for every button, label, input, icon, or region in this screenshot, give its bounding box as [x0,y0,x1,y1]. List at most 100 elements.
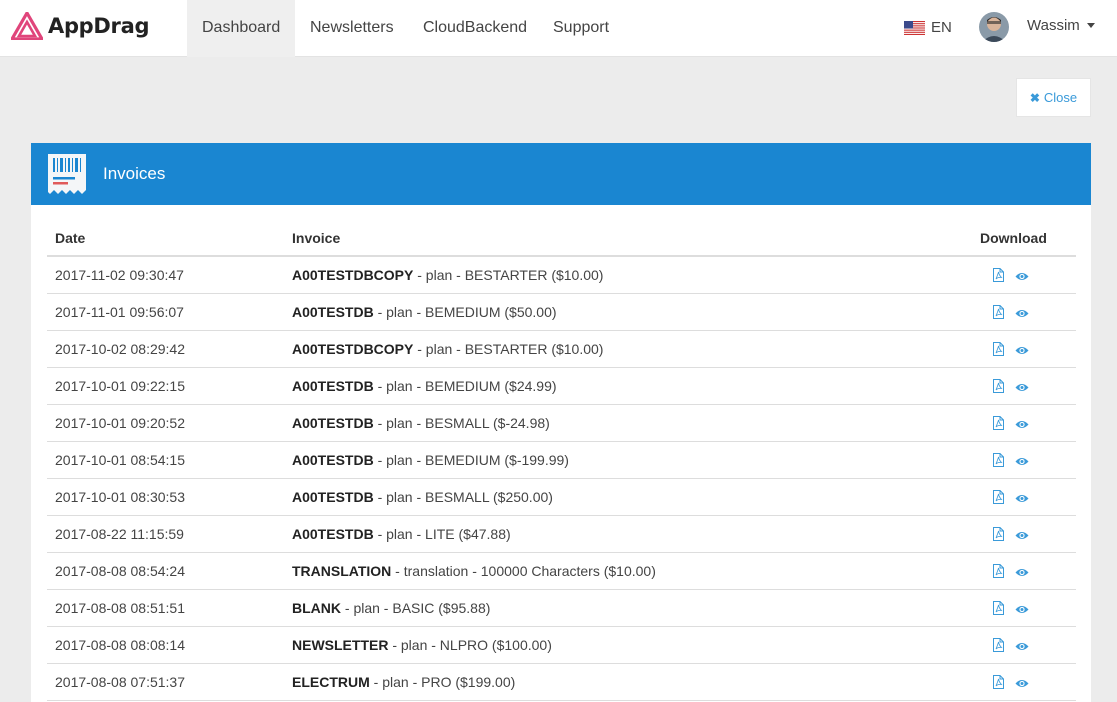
invoice-detail: - plan - PRO ($199.00) [369,674,516,690]
invoice-date: 2017-10-01 08:54:15 [55,452,185,468]
invoice-date: 2017-11-02 09:30:47 [55,267,184,283]
table-row: 2017-08-08 08:54:24 TRANSLATION - transla… [47,553,1076,590]
table-row: 2017-10-02 08:29:42 A00TESTDBCOPY - plan … [47,331,1076,368]
avatar[interactable] [979,12,1009,42]
table-row: 2017-10-01 08:30:53 A00TESTDB - plan - BE… [47,479,1076,516]
table-row: 2017-10-01 09:22:15 A00TESTDB - plan - BE… [47,368,1076,405]
table-row: 2017-11-02 09:30:47 A00TESTDBCOPY - plan … [47,257,1076,294]
view-eye-icon[interactable] [1015,454,1029,465]
pdf-download-icon[interactable] [993,268,1004,282]
invoice-detail: - plan - BEMEDIUM ($24.99) [373,378,557,394]
table-row: 2017-08-22 11:15:59 A00TESTDB - plan - LI… [47,516,1076,553]
invoice-description: A00TESTDB - plan - LITE ($47.88) [292,526,511,542]
view-eye-icon[interactable] [1015,417,1029,428]
brand-logo[interactable]: AppDrag [11,12,150,40]
view-eye-icon[interactable] [1015,639,1029,650]
pdf-download-icon[interactable] [993,453,1004,467]
pdf-download-icon[interactable] [993,490,1004,504]
invoice-detail: - plan - BEMEDIUM ($50.00) [373,304,557,320]
table-row: 2017-08-08 08:08:14 NEWSLETTER - plan - N… [47,627,1076,664]
invoice-description: BLANK - plan - BASIC ($95.88) [292,600,490,616]
nav-dashboard[interactable]: Dashboard [187,0,296,57]
nav-newsletters[interactable]: Newsletters [295,0,409,57]
invoice-product: A00TESTDB [292,415,374,431]
pdf-download-icon[interactable] [993,675,1004,689]
view-eye-icon[interactable] [1015,380,1029,391]
invoice-date: 2017-10-01 09:22:15 [55,378,185,394]
pdf-download-icon[interactable] [993,564,1004,578]
invoice-description: NEWSLETTER - plan - NLPRO ($100.00) [292,637,552,653]
view-eye-icon[interactable] [1015,343,1029,354]
table-row: 2017-10-01 09:20:52 A00TESTDB - plan - BE… [47,405,1076,442]
view-eye-icon[interactable] [1015,491,1029,502]
language-label: EN [931,19,952,36]
invoice-description: A00TESTDB - plan - BEMEDIUM ($50.00) [292,304,557,320]
table-row: 2017-11-01 09:56:07 A00TESTDB - plan - BE… [47,294,1076,331]
invoice-detail: - plan - BASIC ($95.88) [341,600,491,616]
invoice-description: TRANSLATION - translation - 100000 Chara… [292,563,656,579]
pdf-download-icon[interactable] [993,379,1004,393]
us-flag-icon [904,20,925,35]
pdf-download-icon[interactable] [993,527,1004,541]
pdf-download-icon[interactable] [993,342,1004,356]
brand-name: AppDrag [48,14,150,38]
invoice-detail: - plan - BEMEDIUM ($-199.99) [373,452,569,468]
invoice-date: 2017-08-08 08:51:51 [55,600,185,616]
invoice-product: A00TESTDBCOPY [292,267,414,283]
view-eye-icon[interactable] [1015,269,1029,280]
pdf-download-icon[interactable] [993,416,1004,430]
invoice-date: 2017-08-22 11:15:59 [55,526,184,542]
view-eye-icon[interactable] [1015,565,1029,576]
table-row: 2017-08-08 08:51:51 BLANK - plan - BASIC … [47,590,1076,627]
invoice-description: A00TESTDB - plan - BESMALL ($250.00) [292,489,553,505]
invoice-product: A00TESTDBCOPY [292,341,414,357]
pdf-download-icon[interactable] [993,638,1004,652]
view-eye-icon[interactable] [1015,602,1029,613]
view-eye-icon[interactable] [1015,676,1029,687]
panel-header: Invoices [31,143,1091,205]
invoice-description: A00TESTDBCOPY - plan - BESTARTER ($10.00… [292,267,603,283]
invoice-product: BLANK [292,600,341,616]
appdrag-logo-icon [11,12,43,40]
view-eye-icon[interactable] [1015,528,1029,539]
table-row: 2017-10-01 08:54:15 A00TESTDB - plan - BE… [47,442,1076,479]
invoice-detail: - plan - BESTARTER ($10.00) [413,341,604,357]
pdf-download-icon[interactable] [993,305,1004,319]
invoice-product: ELECTRUM [292,674,370,690]
user-menu[interactable]: Wassim [1027,17,1095,34]
top-navbar: AppDrag Dashboard Newsletters CloudBacke… [0,0,1117,57]
invoice-date: 2017-08-08 08:54:24 [55,563,185,579]
nav-cloudbackend[interactable]: CloudBackend [408,0,542,57]
invoice-date: 2017-10-02 08:29:42 [55,341,185,357]
invoice-description: ELECTRUM - plan - PRO ($199.00) [292,674,515,690]
invoice-date: 2017-08-08 08:08:14 [55,637,185,653]
header-invoice: Invoice [292,230,341,246]
language-selector[interactable]: EN [904,19,952,36]
header-date: Date [55,230,86,246]
user-avatar-icon [979,12,1009,42]
invoice-product: A00TESTDB [292,304,374,320]
invoice-date: 2017-11-01 09:56:07 [55,304,184,320]
header-download: Download [980,230,1047,246]
invoice-detail: - plan - NLPRO ($100.00) [388,637,552,653]
invoices-panel: Invoices Date Invoice Download 2017-11-0… [31,143,1091,702]
invoice-product: A00TESTDB [292,489,374,505]
view-eye-icon[interactable] [1015,306,1029,317]
invoice-date: 2017-10-01 09:20:52 [55,415,185,431]
invoice-date: 2017-08-08 07:51:37 [55,674,185,690]
invoice-product: NEWSLETTER [292,637,389,653]
receipt-icon [48,154,86,194]
table-header: Date Invoice Download [47,218,1076,257]
invoice-product: A00TESTDB [292,526,374,542]
invoice-description: A00TESTDB - plan - BEMEDIUM ($24.99) [292,378,557,394]
nav-support[interactable]: Support [538,0,624,57]
invoice-detail: - plan - BESTARTER ($10.00) [413,267,604,283]
invoices-table: Date Invoice Download 2017-11-02 09:30:4… [47,218,1076,701]
close-label: Close [1043,90,1078,105]
invoice-description: A00TESTDBCOPY - plan - BESTARTER ($10.00… [292,341,603,357]
invoice-detail: - plan - LITE ($47.88) [373,526,511,542]
pdf-download-icon[interactable] [993,601,1004,615]
close-button[interactable]: ✖ Close [1016,78,1091,117]
invoice-product: TRANSLATION [292,563,392,579]
invoice-detail: - plan - BESMALL ($-24.98) [373,415,550,431]
